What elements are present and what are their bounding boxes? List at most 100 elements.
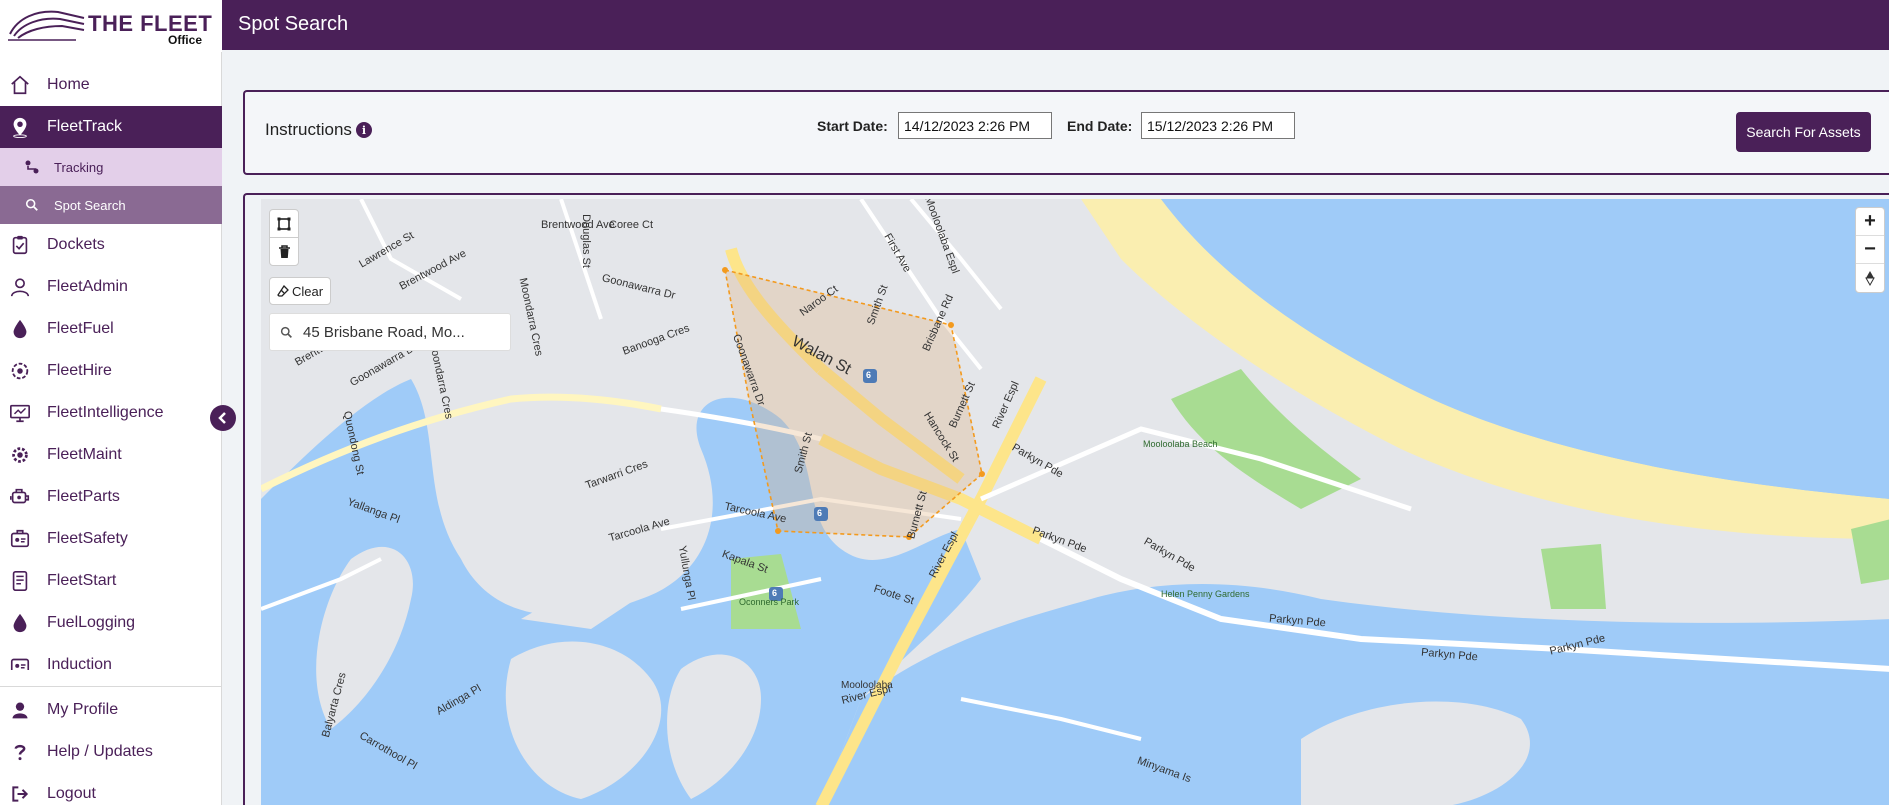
sidebar-item-label: FuelLogging	[47, 614, 136, 631]
brand-sub: Office	[167, 33, 202, 47]
zoom-out-button[interactable]: −	[1856, 236, 1884, 264]
sidebar-item-home[interactable]: Home	[0, 64, 222, 106]
engine-icon	[8, 485, 32, 509]
instructions[interactable]: Instructions i	[265, 120, 372, 140]
draw-polygon-button[interactable]	[269, 209, 299, 238]
sidebar-item-fleetmaint[interactable]: FleetMaint	[0, 434, 222, 476]
sidebar-item-label: FleetParts	[47, 488, 120, 505]
sidebar-item-label: FleetTrack	[47, 118, 122, 135]
sidebar-item-label: FleetAdmin	[47, 278, 128, 295]
end-date-input[interactable]	[1141, 112, 1295, 139]
polygon-icon	[277, 217, 291, 230]
bottom-nav: My Profile Help / Updates Logout	[0, 686, 222, 805]
sidebar-item-fuellogging[interactable]: FuelLogging	[0, 602, 222, 644]
question-icon	[8, 740, 32, 764]
route-shield: 6	[866, 370, 872, 380]
sidebar-item-label: FleetIntelligence	[47, 404, 164, 421]
logout-icon	[8, 782, 32, 805]
induction-icon	[8, 653, 32, 670]
park-label: Mooloolaba Beach	[1143, 439, 1218, 449]
search-assets-button[interactable]: Search For Assets	[1736, 112, 1871, 152]
home-icon	[8, 73, 32, 97]
route-shield: 6	[817, 508, 823, 518]
sidebar-item-fleetsafety[interactable]: FleetSafety	[0, 518, 222, 560]
zoom-control: + −	[1855, 207, 1885, 293]
sidebar-item-fleetintelligence[interactable]: FleetIntelligence	[0, 392, 222, 434]
map-tiles[interactable]	[261, 199, 1889, 805]
sidebar-item-fleettrack[interactable]: FleetTrack	[0, 106, 222, 148]
sidebar-item-logout[interactable]: Logout	[0, 773, 222, 805]
main-nav: Home FleetTrack Tracking Spot Search Doc…	[0, 64, 222, 670]
map-frame: Walan St Goonawarra Dr Goonawarra Dr Goo…	[243, 193, 1889, 805]
map-canvas[interactable]: Walan St Goonawarra Dr Goonawarra Dr Goo…	[261, 199, 1889, 805]
end-date-label: End Date:	[1067, 118, 1133, 134]
compass-icon	[1865, 271, 1875, 286]
start-date-input[interactable]	[898, 112, 1052, 139]
sidebar-subitem-spot-search[interactable]: Spot Search	[0, 186, 222, 224]
reset-bearing-button[interactable]	[1856, 264, 1884, 292]
sidebar-item-label: Home	[47, 76, 90, 93]
zoom-in-button[interactable]: +	[1856, 208, 1884, 236]
place-label: Mooloolaba	[841, 680, 893, 691]
sidebar-item-fleethire[interactable]: FleetHire	[0, 350, 222, 392]
safety-icon	[8, 527, 32, 551]
sidebar-item-label: Induction	[47, 656, 112, 670]
page-title: Spot Search	[238, 13, 349, 35]
sidebar-subitem-label: Spot Search	[54, 197, 126, 213]
clipboard-icon	[8, 233, 32, 257]
sidebar-item-label: FleetStart	[47, 572, 117, 589]
info-icon[interactable]: i	[355, 122, 372, 138]
profile-icon	[8, 698, 32, 722]
street-label: Brentwood Ave	[541, 219, 615, 231]
street-label: Douglas St	[579, 214, 592, 268]
sidebar-subitem-tracking[interactable]: Tracking	[0, 148, 222, 186]
fuel-drop-icon	[8, 611, 32, 635]
clear-button[interactable]: Clear	[269, 277, 331, 305]
sidebar-item-fleetfuel[interactable]: FleetFuel	[0, 308, 222, 350]
sidebar-item-label: Logout	[47, 785, 96, 802]
hire-icon	[8, 359, 32, 383]
search-icon	[280, 326, 292, 338]
chevron-left-icon	[218, 412, 226, 424]
sidebar-item-dockets[interactable]: Dockets	[0, 224, 222, 266]
address-search[interactable]	[269, 313, 511, 351]
sidebar-item-label: Help / Updates	[47, 743, 153, 760]
start-date-label: Start Date:	[817, 118, 888, 134]
delete-shape-button[interactable]	[269, 237, 299, 266]
brand-logo[interactable]: THE FLEET Office	[0, 0, 222, 52]
location-pin-icon	[8, 115, 32, 139]
instructions-label: Instructions	[265, 120, 352, 139]
route-shield: 6	[772, 588, 778, 598]
sidebar-item-label: FleetHire	[47, 362, 112, 379]
search-icon	[24, 197, 40, 213]
checklist-icon	[8, 569, 32, 593]
filter-panel: Instructions i Start Date: End Date: Sea…	[243, 90, 1889, 175]
sidebar-item-my-profile[interactable]: My Profile	[0, 689, 222, 731]
sidebar-collapse-button[interactable]	[210, 405, 236, 431]
sidebar-item-label: FleetSafety	[47, 530, 128, 547]
top-header: Spot Search	[222, 0, 1889, 50]
sidebar-item-label: My Profile	[47, 701, 119, 718]
sidebar-item-label: FleetMaint	[47, 446, 122, 463]
map-route-icon	[24, 159, 40, 175]
fuel-drop-icon	[8, 317, 32, 341]
eraser-icon	[277, 285, 289, 297]
sidebar-item-induction[interactable]: Induction	[0, 644, 222, 670]
gear-icon	[8, 443, 32, 467]
sidebar-subitem-label: Tracking	[54, 159, 104, 175]
sidebar-item-help-updates[interactable]: Help / Updates	[0, 731, 222, 773]
sidebar-item-fleetadmin[interactable]: FleetAdmin	[0, 266, 222, 308]
sidebar-item-fleetstart[interactable]: FleetStart	[0, 560, 222, 602]
address-search-input[interactable]	[303, 323, 498, 341]
monitor-chart-icon	[8, 401, 32, 425]
trash-icon	[278, 244, 290, 258]
sidebar: THE FLEET Office Home FleetTrack Trackin…	[0, 0, 222, 805]
brand-car-icon	[8, 10, 85, 41]
clear-label: Clear	[291, 283, 324, 299]
user-icon	[8, 275, 32, 299]
street-label: Coree Ct	[609, 219, 654, 231]
sidebar-item-fleetparts[interactable]: FleetParts	[0, 476, 222, 518]
park-label: Helen Penny Gardens	[1161, 589, 1250, 599]
park-label: Oconners Park	[739, 597, 800, 607]
sidebar-item-label: Dockets	[47, 236, 105, 253]
